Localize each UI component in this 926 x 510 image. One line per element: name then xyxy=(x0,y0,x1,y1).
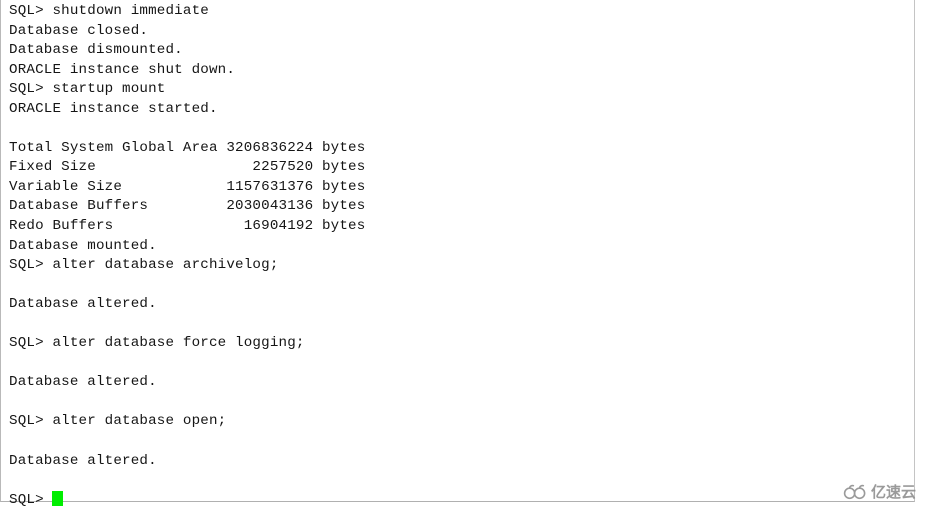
terminal-line: Database altered. xyxy=(9,296,157,313)
watermark: 亿速云 xyxy=(842,484,916,501)
terminal-line: SQL> shutdown immediate xyxy=(9,3,209,19)
text-cursor xyxy=(52,490,64,506)
terminal-line: Database mounted. xyxy=(9,237,157,254)
terminal-line: SQL> alter database archivelog; xyxy=(9,257,279,274)
cloud-icon xyxy=(842,484,868,501)
terminal-line: Redo Buffers 16904192 bytes xyxy=(9,218,366,235)
terminal-line: Fixed Size 2257520 bytes xyxy=(9,159,366,176)
terminal-window: SQL> shutdown immediate Database closed. D… xyxy=(0,0,915,508)
terminal-line: ORACLE instance shut down. xyxy=(9,61,236,78)
terminal-line-text: SQL> xyxy=(9,491,53,508)
watermark-text: 亿速云 xyxy=(870,483,916,501)
terminal-line: Total System Global Area 3206836224 byte… xyxy=(9,139,366,156)
terminal-line: SQL> alter database open; xyxy=(9,413,227,430)
terminal-line: Database altered. xyxy=(9,374,157,391)
terminal-prompt-line: SQL> xyxy=(9,490,909,510)
screen: SQL> shutdown immediate Database closed. D… xyxy=(0,0,926,508)
terminal-line: Variable Size 1157631376 bytes xyxy=(9,178,366,195)
terminal-line: SQL> alter database force logging; xyxy=(9,335,305,352)
terminal-line: Database closed. xyxy=(9,22,149,39)
terminal-line: Database dismounted. xyxy=(9,42,183,59)
terminal-line: Database altered. xyxy=(9,452,157,469)
terminal-line: ORACLE instance started. xyxy=(9,100,218,117)
terminal-line: SQL> startup mount xyxy=(9,81,166,98)
terminal-output[interactable]: SQL> shutdown immediate Database closed. D… xyxy=(9,2,909,510)
terminal-line: Database Buffers 2030043136 bytes xyxy=(9,198,366,215)
